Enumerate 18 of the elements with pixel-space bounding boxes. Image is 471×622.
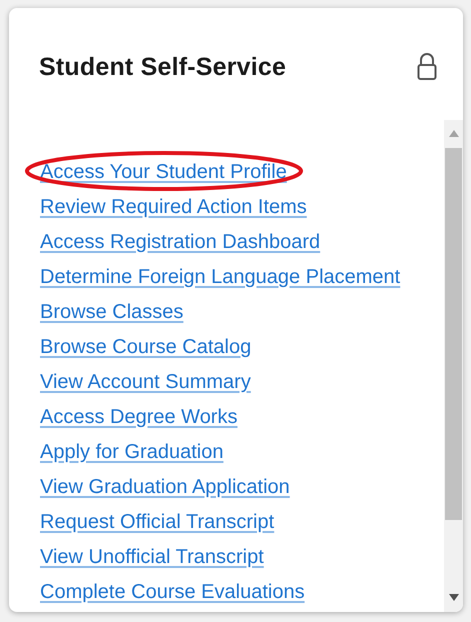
service-link[interactable]: Apply for Graduation xyxy=(40,438,224,466)
service-link[interactable]: Determine Foreign Language Placement xyxy=(40,263,400,291)
service-link[interactable]: View Account Summary xyxy=(40,368,251,396)
scroll-up-icon[interactable] xyxy=(448,129,458,137)
service-link[interactable]: Browse Course Catalog xyxy=(40,333,252,361)
service-link[interactable]: Complete Course Evaluations xyxy=(40,578,305,606)
lock-icon[interactable] xyxy=(417,53,437,81)
service-link[interactable]: Browse Classes xyxy=(40,298,184,326)
service-link[interactable]: View Unofficial Transcript xyxy=(40,543,264,571)
service-link[interactable]: View Graduation Application xyxy=(40,473,290,501)
service-link[interactable]: Request Official Transcript xyxy=(40,508,274,536)
scroll-down-icon[interactable] xyxy=(448,594,458,602)
service-link[interactable]: Review Required Action Items xyxy=(40,193,307,221)
scrollbar-thumb[interactable] xyxy=(445,148,462,520)
service-link[interactable]: Access Registration Dashboard xyxy=(40,228,320,256)
card-title: Student Self-Service xyxy=(39,52,286,82)
scrollbar[interactable] xyxy=(444,120,463,612)
service-link[interactable]: Access Degree Works xyxy=(40,403,238,431)
